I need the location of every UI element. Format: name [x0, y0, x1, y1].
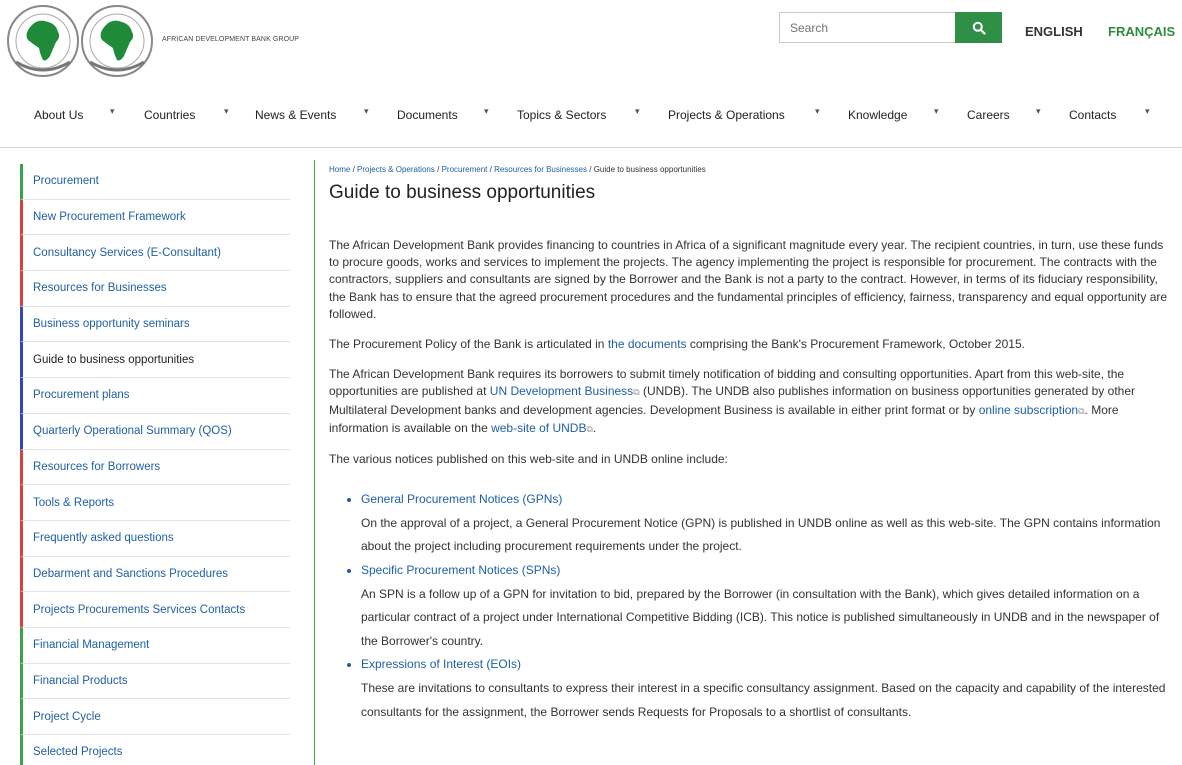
eoi-link[interactable]: Expressions of Interest (EOIs): [361, 653, 521, 677]
sidebar-item-financial-products[interactable]: Financial Products: [20, 663, 290, 700]
site-header: AFRICAN DEVELOPMENT BANK GROUP ENGLISH F…: [0, 0, 1182, 86]
caret-down-icon[interactable]: ▾: [224, 106, 229, 117]
undb-website-link[interactable]: web-site of UNDB: [491, 421, 586, 435]
breadcrumb-home[interactable]: Home: [329, 165, 350, 174]
breadcrumb-procurement[interactable]: Procurement: [442, 165, 488, 174]
caret-down-icon[interactable]: ▾: [484, 106, 489, 117]
sidebar-item-project-cycle[interactable]: Project Cycle: [20, 699, 290, 735]
policy-paragraph: The Procurement Policy of the Bank is ar…: [329, 336, 1174, 353]
bullet-icon: [347, 663, 351, 668]
nav-knowledge[interactable]: Knowledge: [848, 108, 907, 122]
sidebar-menu: Procurement New Procurement Framework Co…: [20, 164, 290, 765]
sidebar-item-procurement-services-contacts[interactable]: Projects Procurements Services Contacts: [20, 592, 290, 628]
caret-down-icon[interactable]: ▾: [934, 106, 939, 117]
afdb-logo-english[interactable]: [6, 4, 80, 78]
sidebar-item-financial-management[interactable]: Financial Management: [20, 627, 290, 664]
search-button[interactable]: [955, 12, 1002, 43]
spn-description: An SPN is a follow up of a GPN for invit…: [361, 586, 1160, 648]
sidebar-item-tools-reports[interactable]: Tools & Reports: [20, 485, 290, 521]
sidebar-item-resources-for-borrowers[interactable]: Resources for Borrowers: [20, 449, 290, 486]
caret-down-icon[interactable]: ▾: [364, 106, 369, 117]
nav-contacts[interactable]: Contacts: [1069, 108, 1116, 122]
undb-text: .: [592, 420, 597, 435]
nav-news-events[interactable]: News & Events: [255, 108, 336, 122]
logo-text[interactable]: AFRICAN DEVELOPMENT BANK GROUP: [162, 36, 299, 43]
sidebar-item-faq[interactable]: Frequently asked questions: [20, 520, 290, 557]
breadcrumb-projects-operations[interactable]: Projects & Operations: [357, 165, 435, 174]
gpn-link[interactable]: General Procurement Notices (GPNs): [361, 488, 562, 512]
afdb-logo-french[interactable]: [80, 4, 154, 78]
notices-list: General Procurement Notices (GPNs) On th…: [329, 488, 1174, 724]
spn-link[interactable]: Specific Procurement Notices (SPNs): [361, 559, 560, 583]
search-icon: [972, 21, 986, 35]
nav-projects-operations[interactable]: Projects & Operations: [668, 108, 785, 122]
undb-paragraph: The African Development Bank requires it…: [329, 366, 1174, 438]
caret-down-icon[interactable]: ▾: [1036, 106, 1041, 117]
caret-down-icon[interactable]: ▾: [815, 106, 820, 117]
sidebar-item-consultancy-services[interactable]: Consultancy Services (E-Consultant): [20, 235, 290, 272]
bullet-icon: [347, 498, 351, 503]
page-title: Guide to business opportunities: [329, 182, 596, 203]
notices-intro: The various notices published on this we…: [329, 452, 728, 467]
language-english-link[interactable]: ENGLISH: [1025, 24, 1083, 39]
policy-text: The Procurement Policy of the Bank is ar…: [329, 337, 608, 352]
main-content: Home / Projects & Operations / Procureme…: [314, 160, 1174, 765]
caret-down-icon[interactable]: ▾: [1145, 106, 1150, 117]
nav-topics-sectors[interactable]: Topics & Sectors: [517, 108, 606, 122]
sidebar-item-resources-for-businesses[interactable]: Resources for Businesses: [20, 271, 290, 307]
sidebar-item-debarment-sanctions[interactable]: Debarment and Sanctions Procedures: [20, 556, 290, 593]
nav-about-us[interactable]: About Us: [34, 108, 83, 122]
afdb-seal-fr-icon: [81, 5, 153, 77]
list-item: Expressions of Interest (EOIs) These are…: [347, 653, 1174, 724]
caret-down-icon[interactable]: ▾: [635, 106, 640, 117]
online-subscription-link[interactable]: online subscription: [979, 403, 1078, 417]
breadcrumb: Home / Projects & Operations / Procureme…: [329, 165, 1174, 174]
list-item: General Procurement Notices (GPNs) On th…: [347, 488, 1174, 559]
main-navigation: About Us ▾ Countries ▾ News & Events ▾ D…: [0, 86, 1182, 148]
gpn-description: On the approval of a project, a General …: [361, 515, 1161, 554]
nav-documents[interactable]: Documents: [397, 108, 458, 122]
nav-careers[interactable]: Careers: [967, 108, 1010, 122]
policy-text: comprising the Bank's Procurement Framew…: [686, 337, 1025, 352]
eoi-description: These are invitations to consultants to …: [361, 680, 1166, 719]
search-input[interactable]: [779, 12, 957, 43]
breadcrumb-current: Guide to business opportunities: [593, 165, 706, 174]
list-item: Specific Procurement Notices (SPNs) An S…: [347, 559, 1174, 653]
caret-down-icon[interactable]: ▾: [110, 106, 115, 117]
un-development-business-link[interactable]: UN Development Business: [490, 384, 633, 398]
afdb-seal-icon: [7, 5, 79, 77]
intro-paragraph: The African Development Bank provides fi…: [329, 238, 1168, 321]
sidebar-item-new-procurement-framework[interactable]: New Procurement Framework: [20, 199, 290, 236]
nav-countries[interactable]: Countries: [144, 108, 195, 122]
sidebar-item-procurement[interactable]: Procurement: [20, 164, 290, 200]
language-french-link[interactable]: FRANÇAIS: [1108, 24, 1175, 39]
bullet-icon: [347, 568, 351, 573]
breadcrumb-resources-for-businesses[interactable]: Resources for Businesses: [494, 165, 587, 174]
sidebar-item-guide-to-business-opportunities[interactable]: Guide to business opportunities: [20, 342, 290, 379]
sidebar-item-selected-projects[interactable]: Selected Projects: [20, 735, 290, 765]
documents-link[interactable]: the documents: [608, 337, 687, 351]
sidebar-item-quarterly-operational-summary[interactable]: Quarterly Operational Summary (QOS): [20, 413, 290, 450]
sidebar-item-business-opportunity-seminars[interactable]: Business opportunity seminars: [20, 306, 290, 343]
sidebar-item-procurement-plans[interactable]: Procurement plans: [20, 378, 290, 414]
